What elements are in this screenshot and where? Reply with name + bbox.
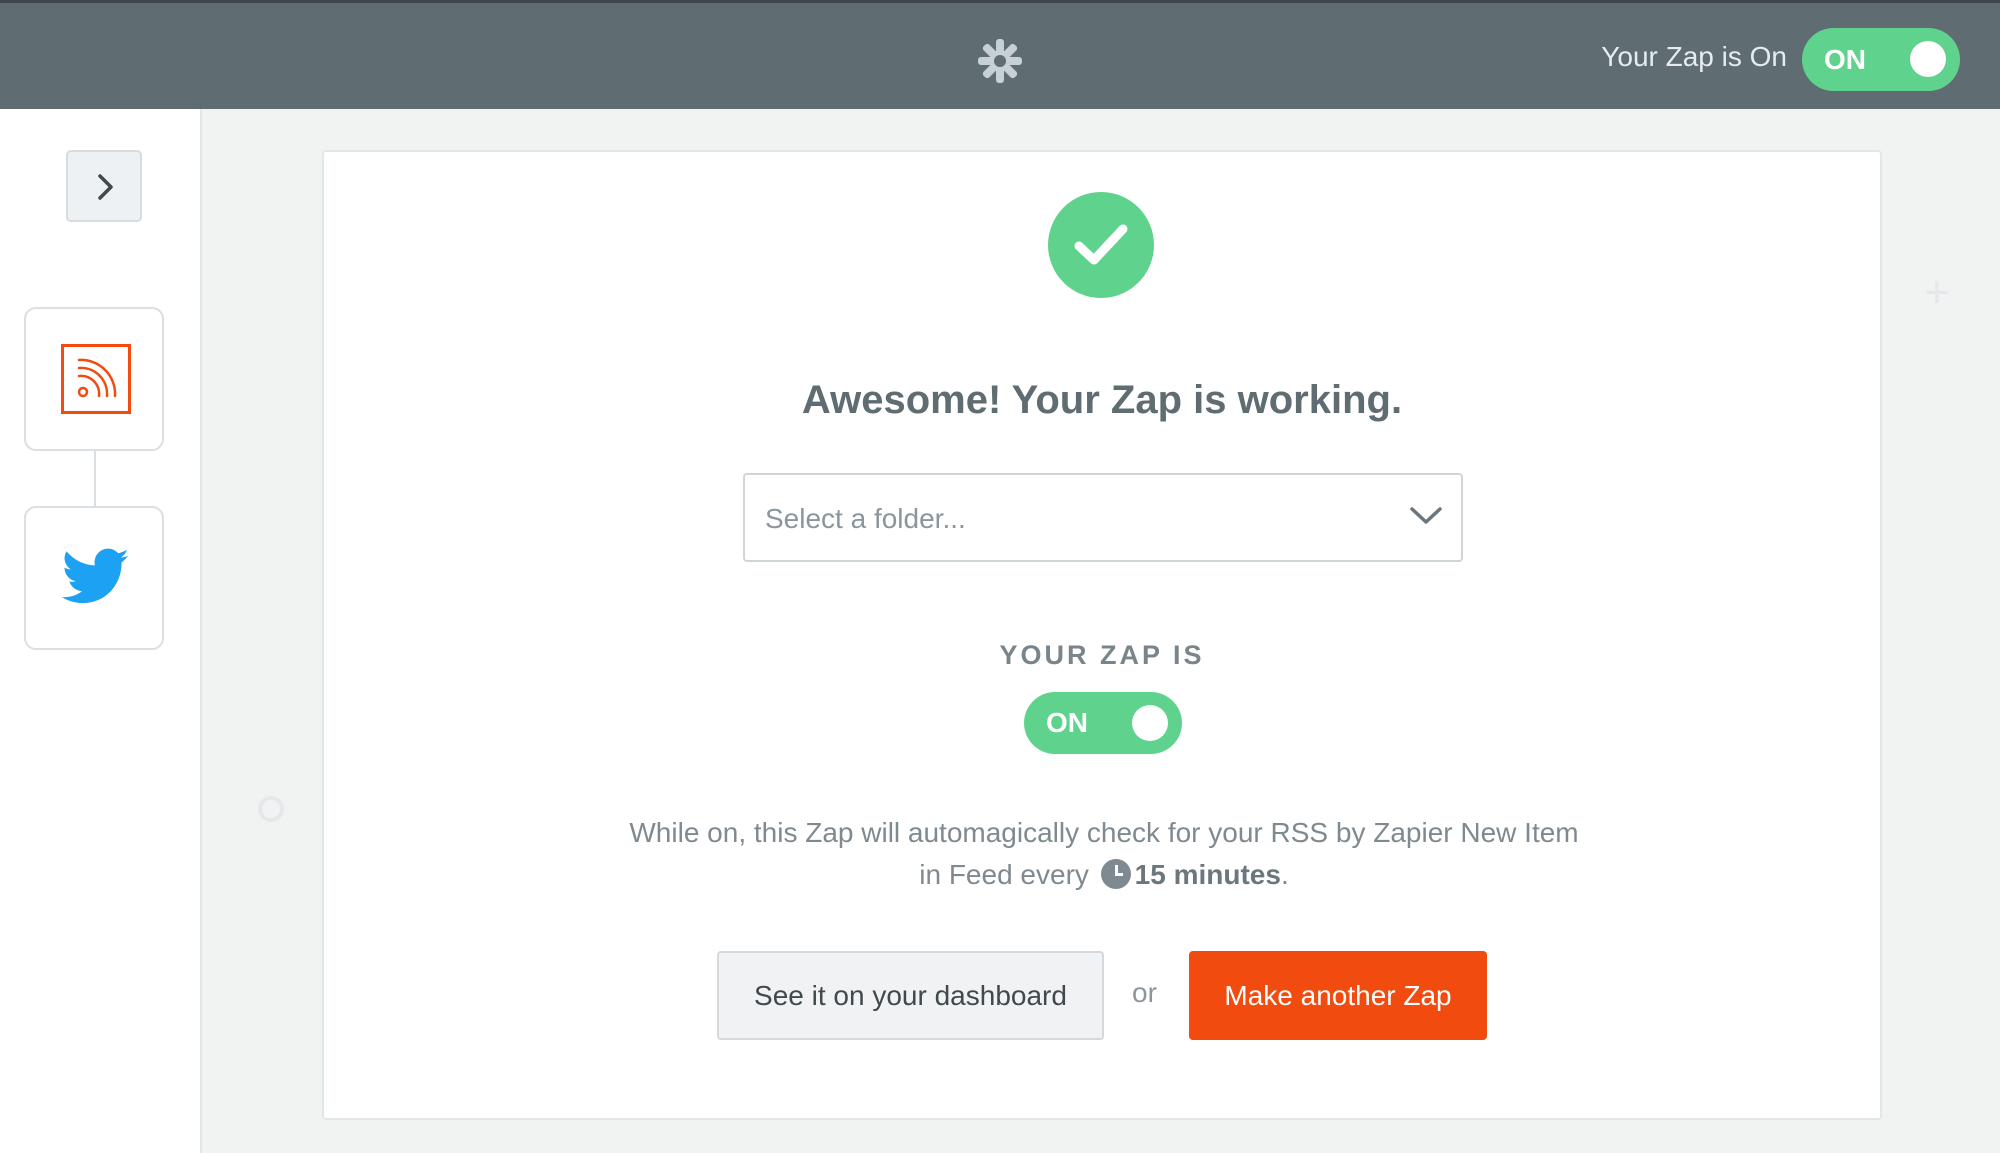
description-period: .	[1280, 859, 1289, 890]
zap-status-text: Your Zap is On	[1601, 41, 1787, 72]
chevron-down-icon	[1410, 507, 1442, 524]
or-separator: or	[1132, 977, 1157, 1008]
toggle-label: ON	[1046, 707, 1088, 738]
check-circle-icon	[1048, 192, 1154, 298]
rss-icon	[61, 344, 131, 414]
zap-status-label: YOUR ZAP IS	[999, 640, 1205, 670]
background-plus-decoration: +	[1924, 268, 1950, 317]
page-title: Awesome! Your Zap is working.	[801, 378, 1403, 422]
poll-interval: 15 minutes	[1134, 859, 1281, 890]
sidebar	[0, 109, 202, 1153]
background-ring-decoration	[258, 796, 284, 822]
clock-icon	[1100, 859, 1131, 889]
toggle-knob	[1910, 41, 1946, 77]
step-twitter-action[interactable]	[24, 506, 164, 650]
step-rss-trigger[interactable]	[24, 307, 164, 451]
folder-select-placeholder: Select a folder...	[765, 503, 966, 534]
zap-description: While on, this Zap will automagically ch…	[624, 812, 1584, 896]
top-bar: Your Zap is On ON	[0, 0, 2000, 109]
twitter-bird-icon	[62, 548, 129, 604]
toggle-label: ON	[1824, 43, 1866, 75]
success-card: Awesome! Your Zap is working. Select a f…	[322, 150, 1882, 1120]
step-connector	[94, 451, 96, 506]
toggle-knob	[1132, 705, 1168, 741]
expand-sidebar-button[interactable]	[66, 150, 142, 222]
see-dashboard-button[interactable]: See it on your dashboard	[717, 951, 1104, 1040]
zap-on-toggle-header[interactable]: ON	[1802, 28, 1960, 91]
chevron-right-icon	[98, 174, 113, 200]
make-another-zap-button[interactable]: Make another Zap	[1189, 951, 1487, 1040]
folder-select[interactable]: Select a folder...	[743, 473, 1463, 562]
zapier-asterisk-icon[interactable]	[976, 37, 1024, 85]
zap-on-toggle[interactable]: ON	[1024, 692, 1182, 754]
